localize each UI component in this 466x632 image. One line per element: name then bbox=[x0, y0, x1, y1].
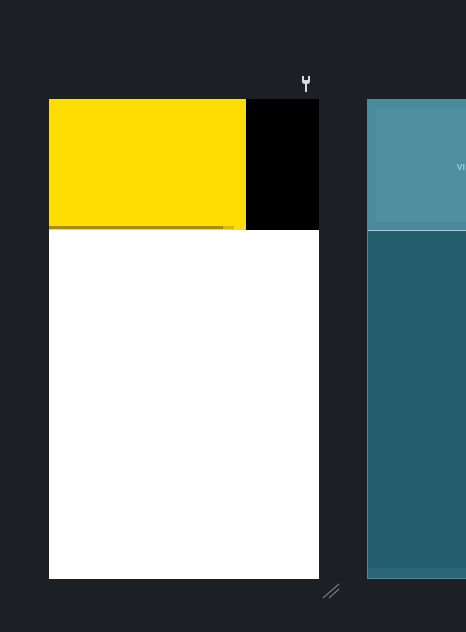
resize-grip-icon[interactable] bbox=[321, 582, 341, 600]
canvas-stage: VI bbox=[0, 0, 466, 632]
progress-bar-fill bbox=[49, 226, 223, 229]
side-panel-header: VI bbox=[368, 100, 466, 231]
side-panel-header-inner bbox=[376, 108, 466, 222]
wrench-icon[interactable] bbox=[299, 75, 313, 93]
side-panel-footer bbox=[368, 568, 466, 578]
side-panel-label: VI bbox=[457, 163, 466, 172]
device-header bbox=[49, 99, 319, 230]
device-content-area bbox=[49, 230, 319, 579]
header-banner bbox=[49, 99, 246, 230]
device-preview-frame[interactable] bbox=[49, 99, 319, 579]
progress-bar bbox=[49, 226, 234, 229]
side-panel[interactable]: VI bbox=[367, 99, 466, 579]
